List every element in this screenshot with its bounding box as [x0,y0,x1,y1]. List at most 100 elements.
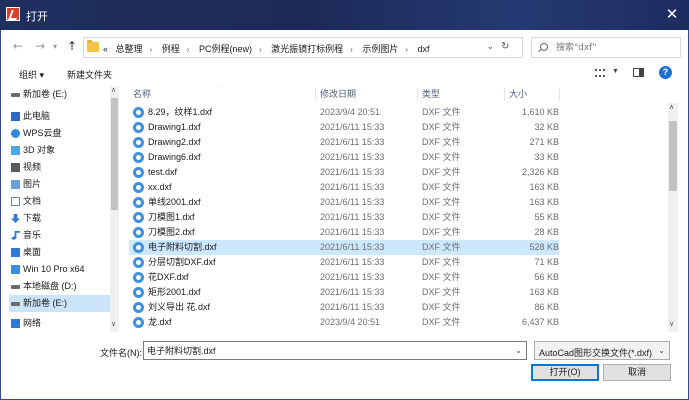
scroll-up-icon[interactable]: ∧ [111,86,116,94]
search-input[interactable] [556,41,676,55]
file-name: 分层切割DXF.dxf [148,257,216,267]
column-header-size[interactable]: 大小 [509,86,527,103]
file-row[interactable]: 龙.dxf 2023/9/4 20:51 DXF 文件 6,437 KB [129,315,559,330]
open-button[interactable]: 打开(O) [531,364,599,381]
column-divider[interactable] [504,88,505,101]
cancel-button[interactable]: 取消 [603,364,671,381]
file-row[interactable]: 8.29，纹样1.dxf 2023/9/4 20:51 DXF 文件 1,610 KB [129,105,559,120]
nav-item-3d-objects[interactable]: 3D 对象 [9,142,110,159]
filename-combobox[interactable]: ⌄ [143,341,527,360]
file-row[interactable]: 单线2001.dxf 2021/6/11 15:33 DXF 文件 163 KB [129,195,559,210]
file-row[interactable]: 矩形2001.dxf 2021/6/11 15:33 DXF 文件 163 KB [129,285,559,300]
nav-item-music[interactable]: 音乐 [9,227,110,244]
file-type: DXF 文件 [422,317,461,327]
chevron-right-icon[interactable]: › [150,45,153,54]
file-modified-date: 2021/6/11 15:33 [320,227,385,237]
file-type: DXF 文件 [422,122,461,132]
preview-pane-icon[interactable] [633,68,644,77]
forward-arrow-icon[interactable]: → [35,39,45,53]
scroll-down-icon[interactable]: ∨ [669,320,674,328]
help-icon[interactable]: ? [659,66,672,79]
nav-item-desktop[interactable]: 桌面 [9,244,110,261]
dialog-body: ← → ▾ ↑ « 总整理 › 例程 › PC例程(new) › 激光振镜打标例程 › … [0,30,689,400]
file-size: 86 KB [534,302,559,312]
nav-item-drive-d[interactable]: 本地磁盘 (D:) [9,278,110,295]
file-modified-date: 2021/6/11 15:33 [320,122,385,132]
file-row[interactable]: Drawing6.dxf 2021/6/11 15:33 DXF 文件 33 KB [129,150,559,165]
nav-item-drive-e-top[interactable]: 新加卷 (E:) [9,86,110,103]
refresh-icon[interactable]: ↻ [501,41,509,52]
chevron-right-icon[interactable]: › [350,45,353,54]
column-header-name[interactable]: 名称 [133,86,151,103]
file-row[interactable]: Drawing1.dxf 2021/6/11 15:33 DXF 文件 32 KB [129,120,559,135]
file-row[interactable]: Drawing2.dxf 2021/6/11 15:33 DXF 文件 271 KB [129,135,559,150]
file-row[interactable]: xx.dxf 2021/6/11 15:33 DXF 文件 163 KB [129,180,559,195]
view-options-icon[interactable] [595,69,605,77]
file-type: DXF 文件 [422,287,461,297]
file-row[interactable]: 花DXF.dxf 2021/6/11 15:33 DXF 文件 56 KB [129,270,559,285]
chevron-right-icon[interactable]: › [259,45,262,54]
column-header-date[interactable]: 修改日期 [320,86,356,103]
nav-item-win10-drive[interactable]: Win 10 Pro x64 [9,261,110,278]
file-name: 刀模图2.dxf [148,227,195,237]
column-divider[interactable] [417,88,418,101]
file-row[interactable]: 刀模图1.dxf 2021/6/11 15:33 DXF 文件 55 KB [129,210,559,225]
breadcrumb-item[interactable]: 激光振镜打标例程 [271,42,343,55]
back-arrow-icon[interactable]: ← [13,39,23,53]
dxf-file-icon [133,167,144,178]
chevron-right-icon[interactable]: › [405,45,408,54]
file-name: 单线2001.dxf [148,197,201,207]
breadcrumb-item[interactable]: PC例程(new) [199,42,252,55]
file-row[interactable]: 刀模图2.dxf 2021/6/11 15:33 DXF 文件 28 KB [129,225,559,240]
file-list-scrollbar[interactable]: ∧ ∨ [668,103,678,332]
address-bar[interactable]: « 总整理 › 例程 › PC例程(new) › 激光振镜打标例程 › 示例图片 › dx… [83,37,523,58]
breadcrumb-item[interactable]: 总整理 [116,42,143,55]
column-header-type[interactable]: 类型 [422,86,440,103]
scroll-down-icon[interactable]: ∨ [111,320,116,328]
up-arrow-icon[interactable]: ↑ [67,39,77,53]
chevron-down-icon[interactable]: ⌄ [658,346,665,355]
file-row[interactable]: 刘义导出 花.dxf 2021/6/11 15:33 DXF 文件 86 KB [129,300,559,315]
file-row[interactable]: test.dxf 2021/6/11 15:33 DXF 文件 2,326 KB [129,165,559,180]
column-divider[interactable] [559,88,560,101]
address-row: ← → ▾ ↑ « 总整理 › 例程 › PC例程(new) › 激光振镜打标例程 › … [1,33,688,61]
nav-scroll-thumb[interactable] [111,98,118,210]
nav-item-drive-e[interactable]: 新加卷 (E:) [9,295,110,312]
breadcrumb-overflow[interactable]: « [103,44,108,54]
nav-item-wps-cloud[interactable]: WPS云盘 [9,125,110,142]
nav-scrollbar[interactable]: ∧ ∨ [110,86,119,332]
organize-button[interactable]: 组织 ▾ [19,68,44,81]
filename-input[interactable] [147,344,502,357]
chevron-right-icon[interactable]: › [187,45,190,54]
file-row[interactable]: 电子附料切割.dxf 2021/6/11 15:33 DXF 文件 528 KB [129,240,559,255]
file-modified-date: 2021/6/11 15:33 [320,272,385,282]
file-list-scroll-thumb[interactable] [669,121,677,191]
file-type: DXF 文件 [422,137,461,147]
recent-locations-chevron-icon[interactable]: ▾ [53,42,57,51]
nav-item-network[interactable]: 网络 [9,315,110,332]
nav-item-downloads[interactable]: 下载 [9,210,110,227]
nav-item-documents[interactable]: 文档 [9,193,110,210]
breadcrumb-item[interactable]: dxf [418,44,430,54]
cloud-icon [11,129,20,138]
close-button[interactable]: ✕ [663,5,681,23]
nav-item-this-pc[interactable]: 此电脑 [9,108,110,125]
chevron-down-icon[interactable]: ⌄ [515,346,522,355]
column-divider[interactable] [315,88,316,101]
address-dropdown-chevron-icon[interactable]: ⌄ [486,41,494,52]
dxf-file-icon [133,152,144,163]
scroll-up-icon[interactable]: ∧ [669,103,674,111]
file-row[interactable]: 分层切割DXF.dxf 2021/6/11 15:33 DXF 文件 71 KB [129,255,559,270]
breadcrumb-item[interactable]: 示例图片 [362,42,398,55]
dxf-file-icon [133,227,144,238]
file-modified-date: 2021/6/11 15:33 [320,242,385,252]
nav-item-pictures[interactable]: 图片 [9,176,110,193]
picture-icon [11,180,20,189]
file-type-select[interactable]: AutoCad图形交换文件(*.dxf) ⌄ [534,341,670,360]
new-folder-button[interactable]: 新建文件夹 [67,68,112,81]
view-dropdown-chevron-icon[interactable]: ▼ [612,68,619,75]
nav-item-videos[interactable]: 视频 [9,159,110,176]
dxf-file-icon [133,317,144,328]
breadcrumb-item[interactable]: 例程 [162,42,180,55]
search-box[interactable] [531,37,681,58]
